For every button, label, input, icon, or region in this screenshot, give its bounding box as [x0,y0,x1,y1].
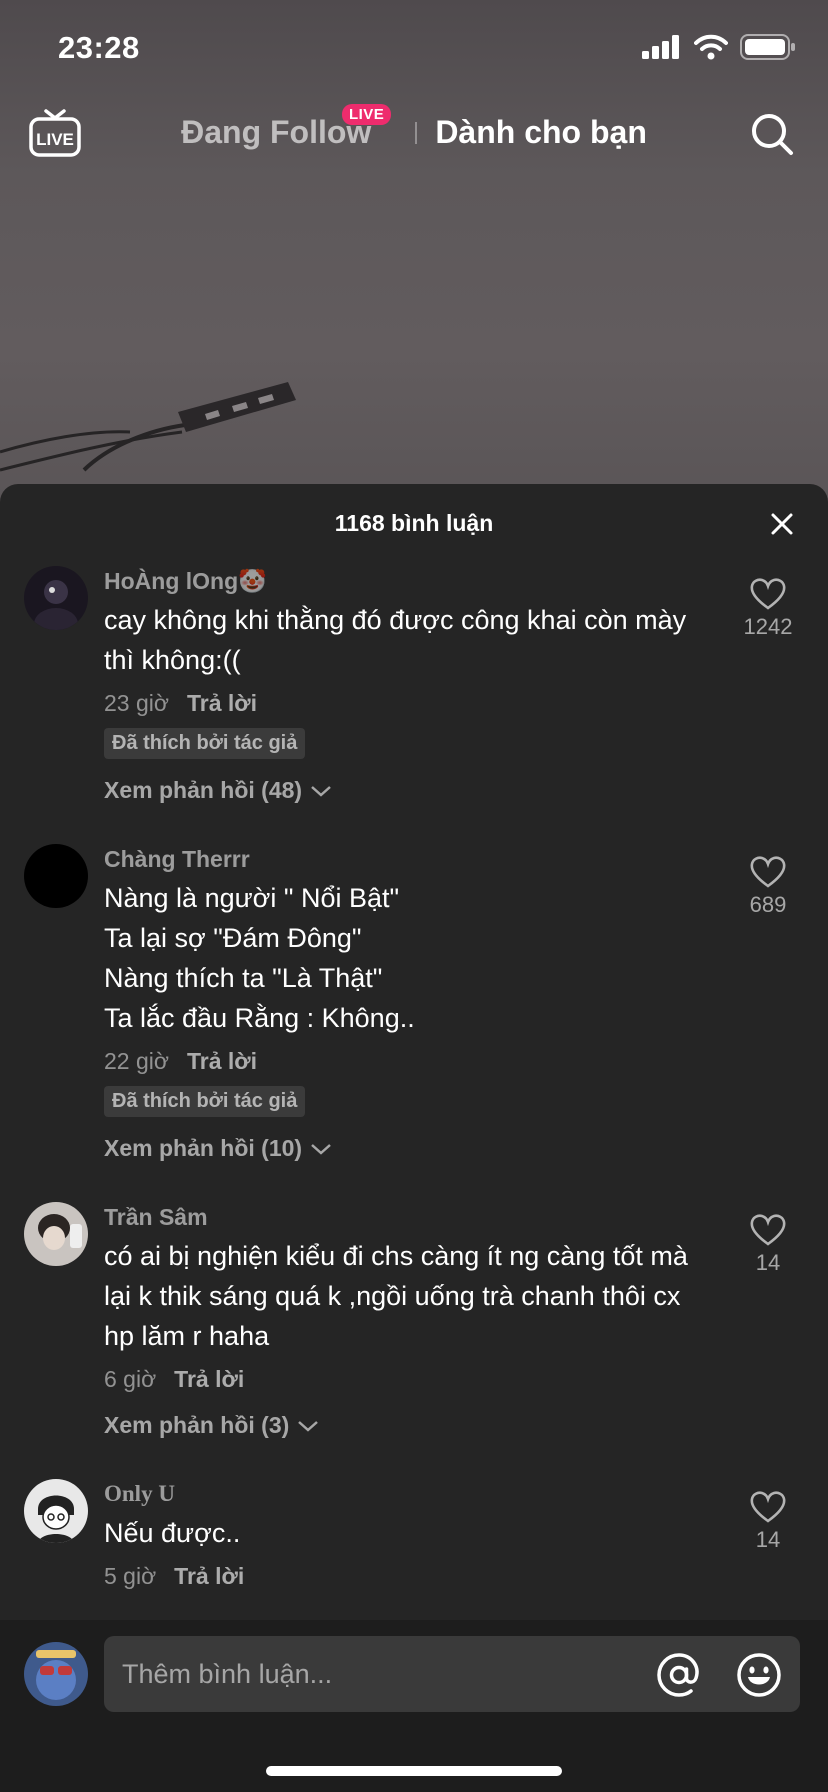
live-badge: LIVE [341,104,392,125]
comment-count-title: 1168 bình luận [334,510,494,536]
comment-text: có ai bị nghiện kiểu đi chs càng ít ng c… [104,1241,688,1351]
comment-text: Nàng là người " Nổi Bật" Ta lại sợ "Đám … [104,878,708,1038]
close-button[interactable] [770,512,794,536]
emoji-button[interactable] [736,1652,782,1698]
tab-following[interactable]: Đang Follow LIVE [181,104,392,151]
like-button[interactable]: 14 [728,1214,808,1276]
comment-username[interactable]: Chàng Therrr [104,844,708,874]
comment-input-bar [0,1620,828,1792]
reply-button[interactable]: Trả lời [174,1561,244,1591]
view-replies-button[interactable]: Xem phản hồi (48) [104,777,708,804]
like-button[interactable]: 689 [728,856,808,918]
like-button[interactable]: 14 [728,1491,808,1553]
liked-by-author-badge: Đã thích bởi tác giả [104,728,306,759]
signal-icon [642,35,679,59]
comment-time: 23 giờ [104,690,169,716]
chevron-down-icon [311,785,331,797]
like-count: 689 [749,892,787,917]
view-replies-label: Xem phản hồi (3) [104,1412,290,1438]
comment-list[interactable]: HoÀng lOng🤡 cay không khi thằng đó được … [0,564,828,1700]
at-icon [657,1653,699,1697]
liked-by-author-badge: Đã thích bởi tác giả [104,1086,306,1117]
avatar[interactable] [24,1202,88,1266]
avatar[interactable] [24,1479,88,1543]
my-avatar[interactable] [24,1642,88,1706]
reply-button[interactable]: Trả lời [187,688,257,718]
tab-divider [415,121,418,144]
comment-item: Only U Nếu được.. 5 giờ Trả lời 14 [0,1479,828,1591]
chevron-down-icon [298,1420,319,1432]
heart-icon [750,1214,786,1246]
comment-time: 22 giờ [104,1048,169,1074]
heart-icon [750,856,786,888]
comment-meta: 23 giờ Trả lời [104,688,708,718]
reply-button[interactable]: Trả lời [174,1364,244,1394]
comment-username[interactable]: Trần Sâm [104,1202,708,1232]
view-replies-label: Xem phản hồi (10) [104,1135,303,1161]
view-replies-button[interactable]: Xem phản hồi (3) [104,1412,708,1439]
status-time: 23:28 [58,30,140,65]
heart-icon [750,578,786,610]
comment-text-line: Ta lại sợ "Đám Đông" [104,923,362,953]
comment-text: Nếu được.. [104,1518,241,1548]
close-icon [771,513,793,535]
like-button[interactable]: 1242 [728,578,808,640]
view-replies-button[interactable]: Xem phản hồi (10) [104,1135,708,1162]
comment-text-line: Ta lắc đầu Rằng : Không.. [104,1003,415,1033]
chevron-down-icon [311,1143,331,1155]
comment-item: Chàng Therrr Nàng là người " Nổi Bật" Ta… [0,844,828,1162]
search-icon [752,114,793,155]
search-button[interactable] [750,112,794,156]
reply-button[interactable]: Trả lời [187,1046,257,1076]
emoji-icon [737,1653,781,1697]
comment-item: HoÀng lOng🤡 cay không khi thằng đó được … [0,566,828,804]
avatar[interactable] [24,844,88,908]
home-indicator[interactable] [266,1766,562,1776]
comment-item: Trần Sâm có ai bị nghiện kiểu đi chs càn… [0,1202,828,1439]
comment-meta: 5 giờ Trả lời [104,1561,708,1591]
view-replies-label: Xem phản hồi (48) [104,777,303,803]
comment-text-line: Nàng là người " Nổi Bật" [104,883,400,913]
like-count: 14 [755,1527,781,1552]
status-icons [642,34,796,60]
comment-meta: 6 giờ Trả lời [104,1364,708,1394]
comment-text-line: Nàng thích ta "Là Thật" [104,963,383,993]
status-bar: 23:28 [0,0,828,100]
comment-text: cay không khi thằng đó được công khai cò… [104,605,687,675]
wifi-icon [694,34,728,60]
top-nav: LIVE Đang Follow LIVE Dành cho bạn [0,100,828,168]
comment-username[interactable]: HoÀng lOng🤡 [104,566,708,596]
comment-username[interactable]: Only U [104,1479,708,1509]
comment-meta: 22 giờ Trả lời [104,1046,708,1076]
battery-icon [740,34,795,60]
avatar[interactable] [24,566,88,630]
mention-button[interactable] [656,1652,702,1698]
like-count: 14 [755,1250,781,1275]
heart-icon [750,1491,786,1523]
nav-tabs: Đang Follow LIVE Dành cho bạn [0,104,828,151]
comment-time: 5 giờ [104,1563,157,1589]
comment-time: 6 giờ [104,1366,157,1392]
tab-for-you[interactable]: Dành cho bạn [435,114,647,151]
comments-sheet: 1168 bình luận HoÀng lOng🤡 cay không khi… [0,484,828,1792]
like-count: 1242 [743,614,793,639]
sheet-header: 1168 bình luận [0,484,828,564]
